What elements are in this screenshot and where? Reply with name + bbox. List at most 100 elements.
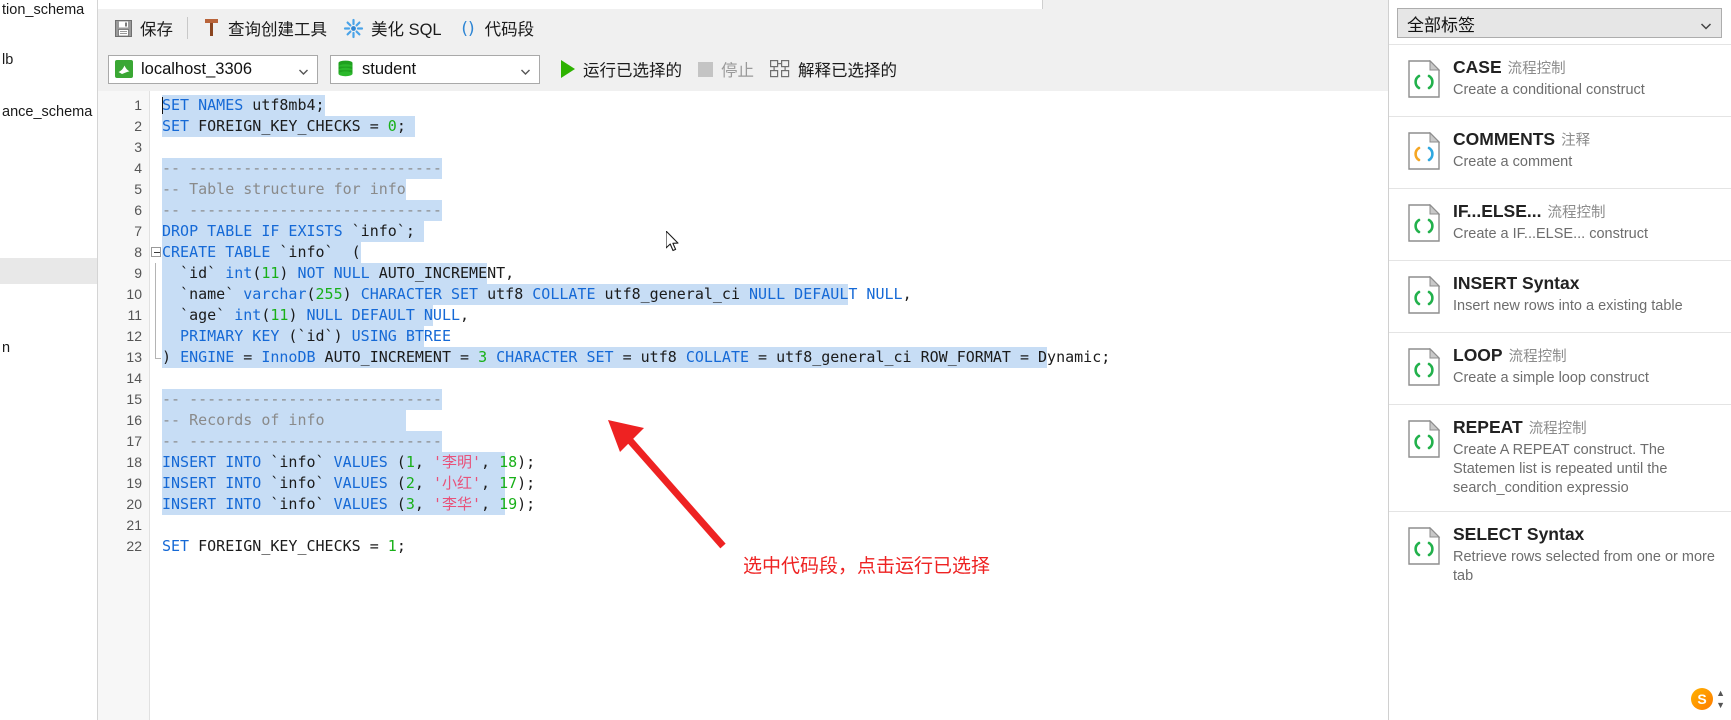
beautify-sql-label: 美化 SQL bbox=[371, 21, 442, 39]
code-line[interactable]: 7 DROP TABLE IF EXISTS `info`; bbox=[98, 221, 1388, 242]
beautify-sql-button[interactable]: 美化 SQL bbox=[335, 13, 450, 43]
snippet-list-item[interactable]: REPEAT 流程控制 Create A REPEAT construct. The… bbox=[1389, 404, 1731, 511]
explain-selected-label: 解释已选择的 bbox=[798, 62, 897, 80]
snippet-body: REPEAT 流程控制 Create A REPEAT construct. The… bbox=[1453, 417, 1726, 498]
code-line[interactable]: 3 bbox=[98, 137, 1388, 158]
nav-item-3-selected[interactable] bbox=[0, 258, 97, 284]
line-number: 16 bbox=[126, 412, 142, 428]
nav-item-0[interactable]: tion_schema bbox=[0, 2, 84, 18]
annotation-text: 选中代码段，点击运行已选择 bbox=[743, 555, 991, 577]
chevron-down-icon bbox=[1700, 17, 1712, 30]
explain-plan-icon bbox=[770, 60, 790, 78]
snippet-description: Create a simple loop construct bbox=[1453, 370, 1649, 386]
database-icon bbox=[337, 60, 354, 78]
snippet-list-item[interactable]: IF...ELSE... 流程控制 Create a IF...ELSE... co… bbox=[1389, 188, 1731, 260]
snippet-list-item[interactable]: LOOP 流程控制 Create a simple loop construct bbox=[1389, 332, 1731, 404]
query-builder-icon bbox=[202, 18, 221, 38]
line-number: 8 bbox=[134, 244, 142, 260]
ime-stepper-up-icon[interactable]: ▲ bbox=[1716, 688, 1725, 698]
nav-item-1[interactable]: lb bbox=[0, 52, 13, 68]
code-line[interactable]: 21 bbox=[98, 515, 1388, 536]
beautify-sql-icon bbox=[343, 18, 364, 39]
stop-button[interactable]: 停止 bbox=[691, 54, 761, 84]
code-snippet-button[interactable]: () 代码段 bbox=[450, 13, 543, 43]
snippet-panel: 全部标签 CASE 流程控制 Create a conditional constr… bbox=[1388, 0, 1731, 720]
snippet-list-item[interactable]: COMMENTS 注释 Create a comment bbox=[1389, 116, 1731, 188]
fold-guide-line bbox=[155, 305, 156, 326]
chevron-down-icon bbox=[298, 64, 309, 75]
snippet-tag: 流程控制 bbox=[1507, 61, 1566, 77]
snippet-list[interactable]: CASE 流程控制 Create a conditional construct C… bbox=[1389, 44, 1731, 720]
code-line[interactable]: 16 -- Records of info bbox=[98, 410, 1388, 431]
snippet-tag-filter-select[interactable]: 全部标签 bbox=[1397, 8, 1722, 38]
snippet-title: IF...ELSE... 流程控制 bbox=[1453, 201, 1606, 221]
code-text: DROP TABLE IF EXISTS `info`; bbox=[162, 222, 415, 240]
query-builder-button[interactable]: 查询创建工具 bbox=[194, 13, 335, 43]
code-line[interactable]: 10 `name` varchar(255) CHARACTER SET utf… bbox=[98, 284, 1388, 305]
snippet-title: COMMENTS 注释 bbox=[1453, 129, 1591, 149]
code-snippet-icon bbox=[1407, 57, 1441, 103]
snippet-body: LOOP 流程控制 Create a simple loop construct bbox=[1453, 345, 1726, 391]
toolbar-divider bbox=[187, 17, 188, 39]
run-selected-button[interactable]: 运行已选择的 bbox=[554, 54, 689, 84]
code-snippet-icon: () bbox=[458, 18, 478, 39]
code-snippet-icon bbox=[1407, 201, 1441, 247]
connection-select[interactable]: localhost_3306 bbox=[108, 54, 318, 84]
code-line[interactable]: 1 SET NAMES utf8mb4; bbox=[98, 95, 1388, 116]
stop-square-icon bbox=[698, 61, 713, 77]
snippet-list-item[interactable]: CASE 流程控制 Create a conditional construct bbox=[1389, 44, 1731, 116]
fold-toggle-icon[interactable] bbox=[151, 247, 161, 257]
snippet-description: Insert new rows into a existing table bbox=[1453, 298, 1683, 314]
code-line[interactable]: 2 SET FOREIGN_KEY_CHECKS = 0; bbox=[98, 116, 1388, 137]
code-line[interactable]: 11 `age` int(11) NULL DEFAULT NULL, bbox=[98, 305, 1388, 326]
line-number: 13 bbox=[126, 349, 142, 365]
code-line[interactable]: 13) ENGINE = InnoDB AUTO_INCREMENT = 3 C… bbox=[98, 347, 1388, 368]
explain-selected-button[interactable]: 解释已选择的 bbox=[763, 54, 904, 84]
snippet-title: SELECT Syntax bbox=[1453, 524, 1585, 544]
ime-stepper[interactable]: ▲ ▼ bbox=[1716, 688, 1725, 710]
code-lines[interactable]: 1 SET NAMES utf8mb4; 2 SET FOREIGN_KEY_CHEC… bbox=[98, 95, 1388, 557]
database-select[interactable]: student bbox=[330, 54, 540, 84]
nav-item-1-label: lb bbox=[2, 52, 14, 68]
code-snippet-icon bbox=[1407, 417, 1441, 498]
play-triangle-icon bbox=[561, 60, 575, 78]
code-text: PRIMARY KEY (`id`) USING BTREE bbox=[162, 327, 451, 345]
mysql-dolphin-icon bbox=[115, 60, 133, 78]
connection-toolbar: localhost_3306 student 运行已选择的 停止 解释已选择的 bbox=[98, 47, 1388, 91]
code-line[interactable]: 8 CREATE TABLE `info` ( bbox=[98, 242, 1388, 263]
active-editor-tab[interactable] bbox=[98, 0, 1043, 9]
code-line[interactable]: 6 -- ---------------------------- bbox=[98, 200, 1388, 221]
line-number: 4 bbox=[134, 160, 142, 176]
save-button[interactable]: 保存 bbox=[106, 13, 181, 43]
snippet-tag: 流程控制 bbox=[1547, 205, 1606, 221]
snippet-body: SELECT Syntax Retrieve rows selected from… bbox=[1453, 524, 1726, 586]
code-line[interactable]: 4 -- ---------------------------- bbox=[98, 158, 1388, 179]
snippet-tag: 流程控制 bbox=[1508, 349, 1567, 365]
code-line[interactable]: 19 INSERT INTO `info` VALUES (2, '小红', 17… bbox=[98, 473, 1388, 494]
code-line[interactable]: 18 INSERT INTO `info` VALUES (1, '李明', 18… bbox=[98, 452, 1388, 473]
code-line[interactable]: 20 INSERT INTO `info` VALUES (3, '李华', 19… bbox=[98, 494, 1388, 515]
code-line[interactable]: 17 -- ---------------------------- bbox=[98, 431, 1388, 452]
fold-end-marker bbox=[155, 358, 161, 359]
nav-item-2[interactable]: ance_schema bbox=[0, 104, 92, 120]
ime-stepper-down-icon[interactable]: ▼ bbox=[1716, 700, 1725, 710]
snippet-list-item[interactable]: INSERT Syntax Insert new rows into a exis… bbox=[1389, 260, 1731, 332]
ime-status-badge[interactable]: S ▲ ▼ bbox=[1691, 688, 1725, 710]
snippet-list-item[interactable]: SELECT Syntax Retrieve rows selected from… bbox=[1389, 511, 1731, 599]
nav-item-4[interactable]: n bbox=[0, 340, 10, 356]
line-number: 10 bbox=[126, 286, 142, 302]
sql-code-area[interactable]: 1 SET NAMES utf8mb4; 2 SET FOREIGN_KEY_CHEC… bbox=[98, 91, 1388, 720]
query-builder-label: 查询创建工具 bbox=[228, 21, 327, 39]
code-text: `name` varchar(255) CHARACTER SET utf8 C… bbox=[162, 285, 912, 303]
code-line[interactable]: 5 -- Table structure for info bbox=[98, 179, 1388, 200]
left-navigator-strip[interactable]: tion_schema lb ance_schema n bbox=[0, 0, 98, 720]
code-line[interactable]: 9 `id` int(11) NOT NULL AUTO_INCREMENT, bbox=[98, 263, 1388, 284]
database-select-value: student bbox=[362, 59, 417, 78]
code-line[interactable]: 12 PRIMARY KEY (`id`) USING BTREE bbox=[98, 326, 1388, 347]
code-line[interactable]: 15 -- ---------------------------- bbox=[98, 389, 1388, 410]
code-snippet-label: 代码段 bbox=[484, 21, 535, 39]
snippet-description: Create a comment bbox=[1453, 154, 1573, 170]
code-line[interactable]: 14 bbox=[98, 368, 1388, 389]
code-text: -- Records of info bbox=[162, 411, 325, 429]
line-number: 22 bbox=[126, 538, 142, 554]
